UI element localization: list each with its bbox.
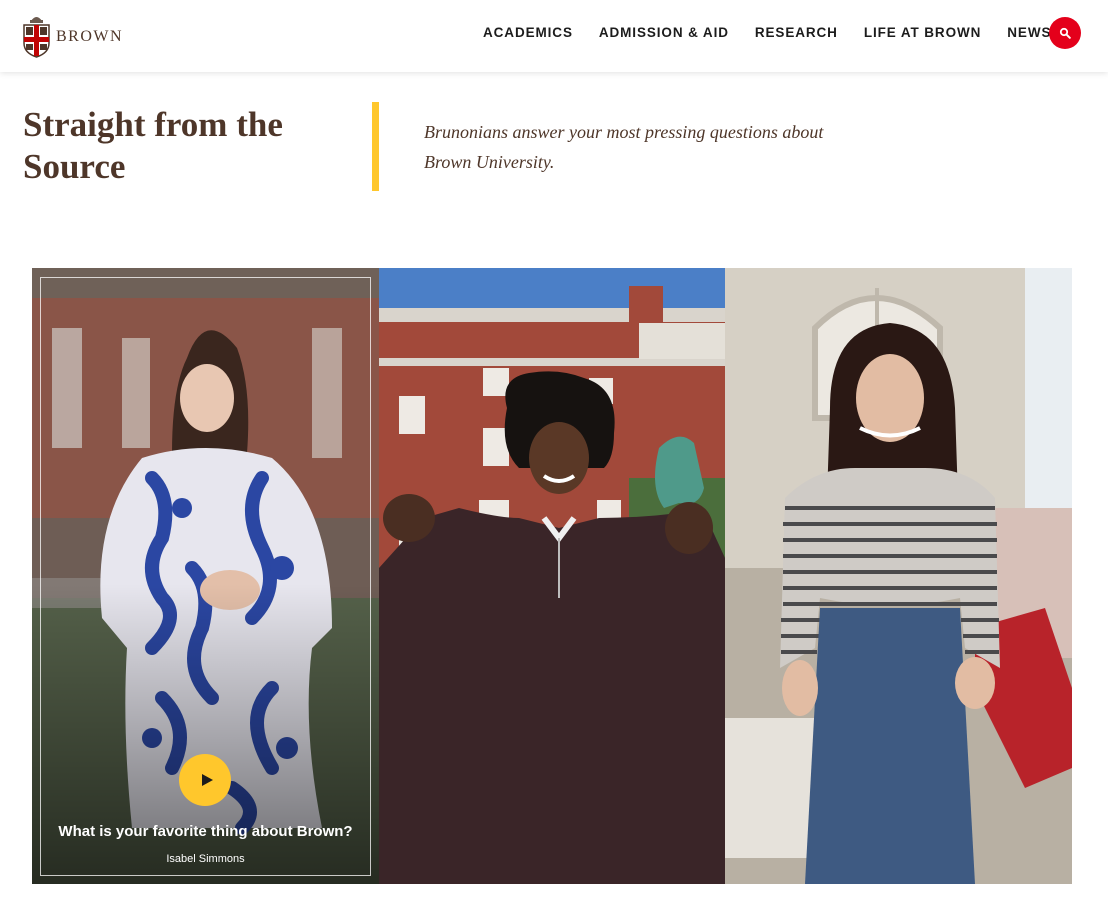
nav-item-admission-aid[interactable]: ADMISSION & AID bbox=[599, 24, 729, 41]
search-button[interactable] bbox=[1049, 17, 1081, 49]
intro-description: Brunonians answer your most pressing que… bbox=[424, 122, 824, 172]
main-nav: ACADEMICS ADMISSION & AID RESEARCH LIFE … bbox=[483, 24, 1077, 41]
video-card-2[interactable] bbox=[379, 268, 725, 884]
site-header: BROWN ACADEMICS ADMISSION & AID RESEARCH… bbox=[0, 0, 1108, 72]
page-title: Straight from the Source bbox=[23, 105, 283, 186]
video-speaker-name: Isabel Simmons bbox=[166, 853, 245, 865]
play-button[interactable] bbox=[179, 754, 231, 806]
play-icon bbox=[201, 774, 213, 786]
nav-item-news[interactable]: NEWS bbox=[1007, 24, 1051, 41]
video-thumbnail-3 bbox=[725, 268, 1072, 884]
shield-icon bbox=[23, 17, 50, 58]
nav-item-academics[interactable]: ACADEMICS bbox=[483, 24, 573, 41]
brown-logo[interactable]: BROWN bbox=[22, 11, 123, 58]
logo-text: BROWN bbox=[56, 27, 124, 45]
video-thumbnail-2 bbox=[379, 268, 725, 884]
nav-item-life-at-brown[interactable]: LIFE AT BROWN bbox=[864, 24, 981, 41]
video-question: What is your favorite thing about Brown? bbox=[58, 823, 353, 840]
search-icon bbox=[1059, 27, 1071, 39]
video-card-3[interactable] bbox=[725, 268, 1072, 884]
nav-item-research[interactable]: RESEARCH bbox=[755, 24, 838, 41]
video-grid: What is your favorite thing about Brown?… bbox=[32, 268, 1072, 884]
video-card-1[interactable]: What is your favorite thing about Brown?… bbox=[32, 268, 379, 884]
accent-bar bbox=[372, 102, 379, 191]
